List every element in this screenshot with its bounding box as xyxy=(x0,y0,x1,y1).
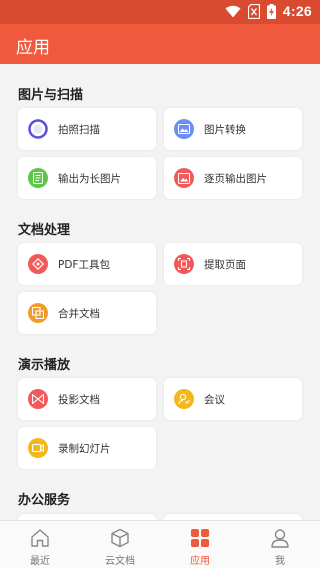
bottom-tab-bar: 最近 云文档 应用 我 xyxy=(0,520,320,568)
person-icon xyxy=(269,527,291,549)
merge-docs-icon xyxy=(28,303,48,323)
page-image-label: 逐页输出图片 xyxy=(204,172,267,185)
long-image-card[interactable]: 输出为长图片 xyxy=(18,157,156,199)
page-title: 应用 xyxy=(16,38,50,58)
apps-grid-icon xyxy=(189,527,211,549)
cube-icon xyxy=(109,527,131,549)
image-convert-label: 图片转换 xyxy=(204,123,246,136)
page-image-card[interactable]: 逐页输出图片 xyxy=(164,157,302,199)
status-bar: 4:26 xyxy=(0,0,320,24)
tab-cloud-docs[interactable]: 云文档 xyxy=(80,521,160,568)
tab-recent[interactable]: 最近 xyxy=(0,521,80,568)
meeting-card[interactable]: 会议 xyxy=(164,378,302,420)
scan-camera-label: 拍照扫描 xyxy=(58,123,100,136)
long-image-icon xyxy=(28,168,48,188)
project-doc-label: 投影文档 xyxy=(58,393,100,406)
status-icons: 4:26 xyxy=(225,3,312,19)
merge-docs-label: 合并文档 xyxy=(58,307,100,320)
section-title-office-services: 办公服务 xyxy=(18,493,71,508)
section-title-doc-processing: 文档处理 xyxy=(18,223,71,238)
home-icon xyxy=(29,527,51,549)
scan-camera-icon xyxy=(28,119,48,139)
status-time: 4:26 xyxy=(282,3,312,19)
tab-me[interactable]: 我 xyxy=(240,521,320,568)
battery-charging-icon xyxy=(266,3,276,19)
tab-label: 我 xyxy=(275,556,285,567)
project-doc-icon xyxy=(28,389,48,409)
tab-apps[interactable]: 应用 xyxy=(160,521,240,568)
merge-docs-card[interactable]: 合并文档 xyxy=(18,292,156,334)
sim-no-signal-icon xyxy=(247,3,260,19)
tab-label: 云文档 xyxy=(105,556,135,567)
meeting-label: 会议 xyxy=(204,393,225,406)
section-title-presentation: 演示播放 xyxy=(18,358,71,373)
tab-label: 最近 xyxy=(30,556,50,567)
image-convert-card[interactable]: 图片转换 xyxy=(164,108,302,150)
apps-content[interactable]: 图片与扫描 拍照扫描 图片转换 输出为长图片 逐页输出图片 文档处理 PDF工具… xyxy=(0,64,320,520)
tab-label: 应用 xyxy=(190,556,210,567)
record-slides-label: 录制幻灯片 xyxy=(58,442,111,455)
extract-page-label: 提取页面 xyxy=(204,258,246,271)
long-image-label: 输出为长图片 xyxy=(58,172,121,185)
record-slides-icon xyxy=(28,438,48,458)
record-slides-card[interactable]: 录制幻灯片 xyxy=(18,427,156,469)
app-bar: 应用 xyxy=(0,24,320,64)
scan-camera-card[interactable]: 拍照扫描 xyxy=(18,108,156,150)
section-title-image-scan: 图片与扫描 xyxy=(18,88,84,103)
meeting-icon xyxy=(174,389,194,409)
pdf-toolkit-card[interactable]: PDF工具包 xyxy=(18,243,156,285)
extract-page-icon xyxy=(174,254,194,274)
project-doc-card[interactable]: 投影文档 xyxy=(18,378,156,420)
page-image-icon xyxy=(174,168,194,188)
extract-page-card[interactable]: 提取页面 xyxy=(164,243,302,285)
wifi-icon xyxy=(225,5,241,17)
pdf-toolkit-icon xyxy=(28,254,48,274)
image-convert-icon xyxy=(174,119,194,139)
pdf-toolkit-label: PDF工具包 xyxy=(58,258,110,271)
